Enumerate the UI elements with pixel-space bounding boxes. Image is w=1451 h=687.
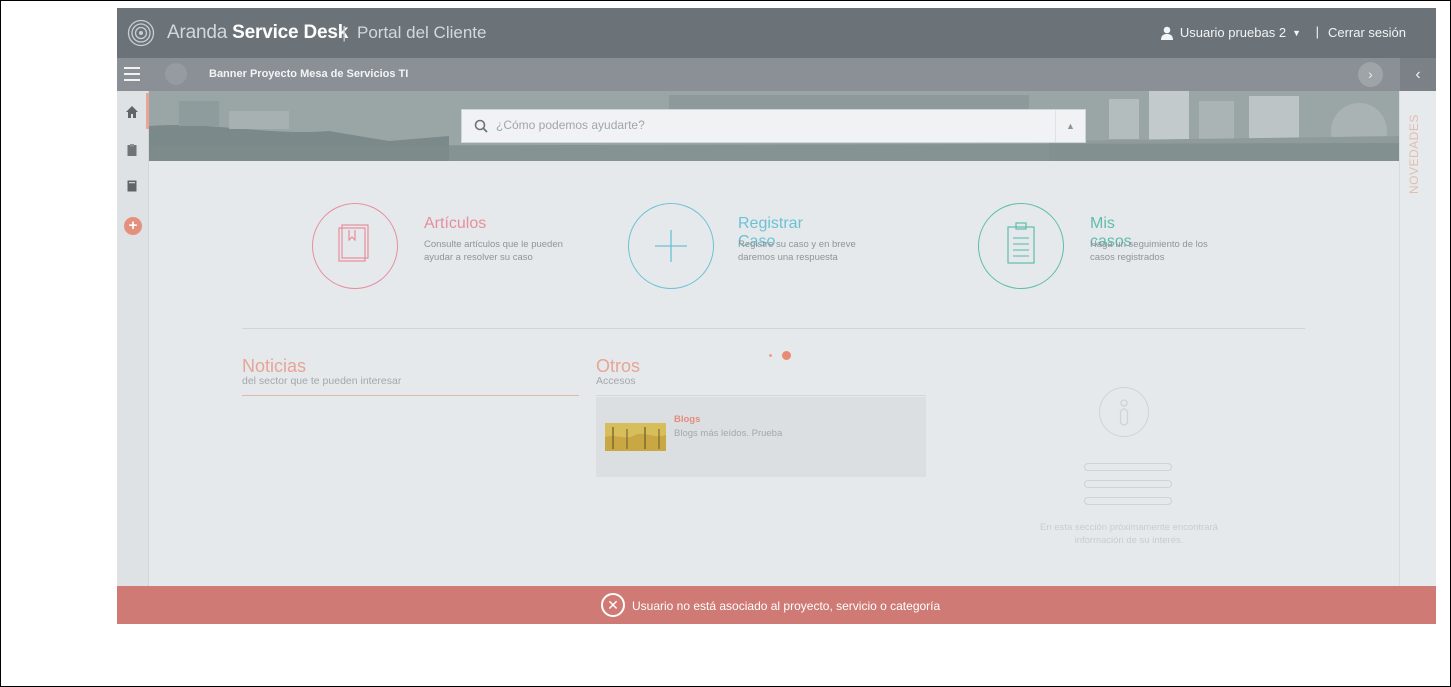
hero-banner: ▲ [149, 91, 1399, 161]
feature-description: Registre su caso y en breve daremos una … [738, 239, 856, 263]
home-icon[interactable] [125, 105, 139, 119]
banner-next-button[interactable]: › [1358, 62, 1383, 87]
feature-description: Consulte artículos que le pueden ayudar … [424, 239, 563, 263]
info-icon [1099, 387, 1149, 437]
chevron-right-icon: › [1368, 66, 1373, 82]
book-icon [338, 224, 369, 262]
carousel-dots [769, 351, 791, 360]
search-icon [474, 119, 488, 133]
user-icon [1160, 26, 1173, 40]
register-circle[interactable] [628, 203, 714, 289]
user-menu[interactable]: Usuario pruebas 2 ▼ [1160, 25, 1301, 40]
menu-icon[interactable] [124, 67, 140, 81]
blog-name[interactable]: Blogs [674, 414, 700, 425]
blog-thumbnail-image [605, 423, 666, 451]
chevron-left-icon: ‹ [1415, 66, 1421, 83]
feature-title: Artículos [424, 215, 487, 232]
error-message: Usuario no está asociado al proyecto, se… [632, 599, 941, 613]
blog-card[interactable]: Blogs Blogs más leídos. Prueba [596, 397, 926, 477]
feature-description: Haga un seguimiento de los casos registr… [1090, 239, 1208, 263]
aranda-logo-icon [127, 19, 155, 47]
brand-bold: Service Desk [232, 22, 349, 43]
cases-circle[interactable] [978, 203, 1064, 289]
app-window: Aranda Service Desk | Portal del Cliente… [117, 8, 1436, 624]
left-nav-rail: + [117, 91, 149, 624]
blog-description: Blogs más leídos. Prueba [674, 428, 783, 439]
top-header: Aranda Service Desk | Portal del Cliente… [117, 8, 1436, 58]
collapse-panel-button[interactable]: ‹ [1400, 58, 1436, 91]
news-underline [242, 395, 579, 396]
plus-icon [655, 230, 687, 262]
articles-circle[interactable] [312, 203, 398, 289]
brand-name: Aranda Service Desk [167, 22, 348, 44]
header-separator: | [1315, 24, 1319, 39]
banner-bar: Banner Proyecto Mesa de Servicios TI › ‹ [117, 58, 1436, 91]
main-content: Artículos Consulte artículos que le pued… [149, 161, 1399, 586]
error-notification: ✕ Usuario no está asociado al proyecto, … [117, 586, 1436, 624]
empty-placeholder-lines [1084, 463, 1172, 514]
logout-link[interactable]: Cerrar sesión [1328, 25, 1406, 40]
others-title: Otros [596, 356, 641, 376]
empty-state-text: En esta sección próximamente encontrará … [1040, 522, 1218, 546]
portal-title: Portal del Cliente [357, 23, 487, 42]
news-title: Noticias [242, 356, 307, 376]
brand-separator: | [342, 23, 347, 42]
caret-up-icon[interactable]: ▲ [1055, 110, 1085, 142]
book-icon[interactable] [125, 179, 139, 193]
novedades-label[interactable]: NOVEDADES [1407, 109, 1429, 199]
banner-title: Banner Proyecto Mesa de Servicios TI [209, 68, 409, 80]
chevron-down-icon: ▼ [1292, 27, 1301, 38]
news-subtitle: del sector que te pueden interesar [242, 375, 402, 387]
user-name: Usuario pruebas 2 [1179, 25, 1287, 40]
search-input[interactable] [496, 118, 1036, 132]
clipboard-icon [1007, 222, 1035, 264]
banner-prev-button[interactable] [165, 63, 187, 85]
news-side-panel[interactable]: NOVEDADES [1399, 91, 1436, 624]
section-divider [242, 328, 1305, 329]
close-icon[interactable]: ✕ [601, 593, 625, 617]
add-icon[interactable]: + [124, 217, 142, 235]
carousel-dot[interactable] [769, 354, 772, 357]
carousel-dot-active[interactable] [782, 351, 791, 360]
clipboard-icon[interactable] [125, 143, 139, 157]
others-subtitle: Accesos [596, 375, 636, 387]
brand-light: Aranda [167, 22, 228, 43]
others-underline [596, 395, 926, 396]
search-box[interactable]: ▲ [461, 109, 1086, 143]
